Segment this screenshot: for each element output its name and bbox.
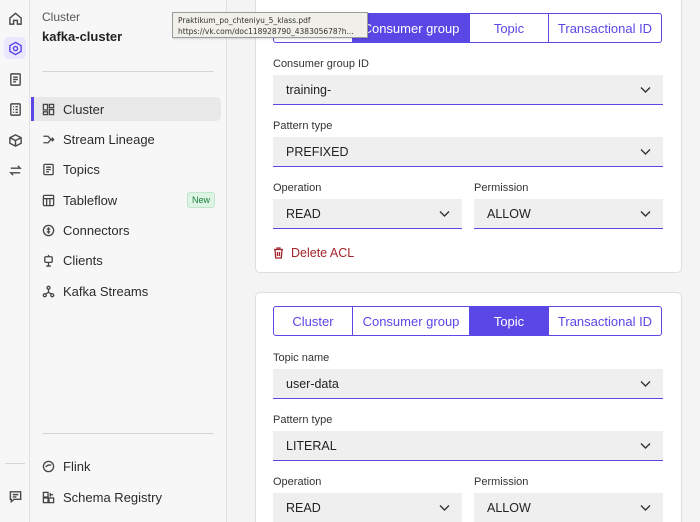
topic-name-label: Topic name xyxy=(273,352,330,364)
rail-divider xyxy=(5,463,25,464)
tab-topic[interactable]: Topic xyxy=(469,306,549,336)
sidebar-item-label: Cluster xyxy=(63,101,105,117)
streams-icon xyxy=(42,285,55,297)
delete-acl-label: Delete ACL xyxy=(291,246,355,260)
lineage-icon xyxy=(43,135,55,143)
operation-label: Operation xyxy=(273,182,322,194)
acl-card: Cluster Consumer group Topic Transaction… xyxy=(255,292,682,522)
icon-rail xyxy=(0,0,30,522)
sidebar-item-flink[interactable]: Flink xyxy=(31,454,221,478)
pattern-type-label: Pattern type xyxy=(273,414,333,426)
chat-icon[interactable] xyxy=(4,485,26,507)
pattern-type-label: Pattern type xyxy=(273,120,333,132)
consumer-group-id-select[interactable]: training- xyxy=(273,75,663,105)
sidebar-divider xyxy=(42,433,214,434)
acl-card: Consumer group Topic Transactional ID Co… xyxy=(255,0,682,273)
sidebar-item-tableflow[interactable]: Tableflow New xyxy=(31,188,221,212)
tableflow-icon xyxy=(42,194,55,206)
operation-value: READ xyxy=(286,500,321,515)
sidebar-divider xyxy=(42,71,214,72)
document-icon[interactable] xyxy=(4,68,26,90)
sidebar-item-schema-registry[interactable]: Schema Registry xyxy=(31,485,221,509)
sidebar-item-clients[interactable]: Clients xyxy=(31,248,221,272)
sidebar: Cluster kafka-cluster Cluster Stream Lin… xyxy=(31,0,227,522)
resource-type-selector: Cluster Consumer group Topic Transaction… xyxy=(273,306,662,336)
topics-icon xyxy=(43,163,54,175)
dashboard-icon xyxy=(42,103,55,115)
chevron-down-icon xyxy=(439,211,450,217)
tooltip-filename: Praktikum_po_chteniyu_5_klass.pdf xyxy=(178,16,311,25)
chevron-down-icon xyxy=(640,149,651,155)
permission-select[interactable]: ALLOW xyxy=(474,493,663,522)
chevron-down-icon xyxy=(640,381,651,387)
topic-name-select[interactable]: user-data xyxy=(273,369,663,399)
environment-icon[interactable] xyxy=(4,37,26,59)
sidebar-item-label: Topics xyxy=(63,161,100,177)
sidebar-item-label: Stream Lineage xyxy=(63,131,155,147)
delete-acl-button[interactable]: Delete ACL xyxy=(273,246,354,260)
tab-consumer-group[interactable]: Consumer group xyxy=(352,13,470,43)
home-icon[interactable] xyxy=(4,7,26,29)
chevron-down-icon xyxy=(439,505,450,511)
sidebar-item-stream-lineage[interactable]: Stream Lineage xyxy=(31,127,221,151)
catalog-icon[interactable] xyxy=(4,98,26,120)
pattern-type-value: PREFIXED xyxy=(286,144,349,159)
new-badge: New xyxy=(186,192,215,208)
operation-label: Operation xyxy=(273,476,322,488)
trash-icon xyxy=(274,247,283,259)
cluster-name: kafka-cluster xyxy=(42,29,123,44)
sidebar-item-label: Tableflow xyxy=(63,192,118,208)
permission-label: Permission xyxy=(474,476,529,488)
link-tooltip: Praktikum_po_chteniyu_5_klass.pdf https:… xyxy=(172,12,368,38)
chevron-down-icon xyxy=(640,211,651,217)
operation-value: READ xyxy=(286,206,321,221)
permission-value: ALLOW xyxy=(487,500,531,515)
tab-transactional-id[interactable]: Transactional ID xyxy=(548,13,662,43)
sidebar-caption: Cluster xyxy=(42,10,81,24)
pattern-type-select[interactable]: LITERAL xyxy=(273,431,663,461)
permission-select[interactable]: ALLOW xyxy=(474,199,663,229)
tab-consumer-group[interactable]: Consumer group xyxy=(352,306,470,336)
clients-icon xyxy=(44,254,53,267)
consumer-group-id-label: Consumer group ID xyxy=(273,58,369,70)
chevron-down-icon xyxy=(640,443,651,449)
sidebar-item-topics[interactable]: Topics xyxy=(31,157,221,181)
chevron-down-icon xyxy=(640,505,651,511)
main-content: Consumer group Topic Transactional ID Co… xyxy=(228,0,700,522)
sidebar-item-connectors[interactable]: Connectors xyxy=(31,218,221,242)
tooltip-url: https://vk.com/doc118928790_438305678?h.… xyxy=(178,27,354,36)
swap-icon[interactable] xyxy=(4,159,26,181)
permission-value: ALLOW xyxy=(487,206,531,221)
sidebar-item-label: Kafka Streams xyxy=(63,283,149,299)
sidebar-item-label: Connectors xyxy=(63,222,130,238)
sidebar-item-kafka-streams[interactable]: Kafka Streams xyxy=(31,279,221,303)
operation-select[interactable]: READ xyxy=(273,493,462,522)
tab-cluster[interactable]: Cluster xyxy=(273,306,353,336)
consumer-group-id-value: training- xyxy=(286,82,332,97)
chevron-down-icon xyxy=(640,87,651,93)
box-icon[interactable] xyxy=(4,129,26,151)
sidebar-item-label: Clients xyxy=(63,252,103,268)
flink-icon xyxy=(42,460,55,472)
tab-topic[interactable]: Topic xyxy=(469,13,549,43)
operation-select[interactable]: READ xyxy=(273,199,462,229)
permission-label: Permission xyxy=(474,182,529,194)
sidebar-item-label: Schema Registry xyxy=(63,489,162,505)
pattern-type-value: LITERAL xyxy=(286,438,337,453)
topic-name-value: user-data xyxy=(286,376,339,391)
sidebar-item-cluster[interactable]: Cluster xyxy=(31,97,221,121)
sidebar-item-label: Flink xyxy=(63,458,91,474)
schema-icon xyxy=(42,491,55,503)
tab-transactional-id[interactable]: Transactional ID xyxy=(548,306,662,336)
pattern-type-select[interactable]: PREFIXED xyxy=(273,137,663,167)
connectors-icon xyxy=(42,224,55,236)
